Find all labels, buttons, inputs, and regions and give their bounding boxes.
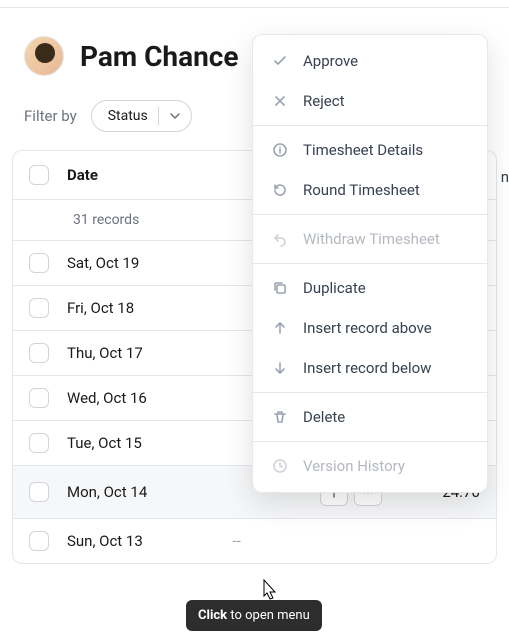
menu-separator: [253, 125, 487, 126]
tooltip-rest: to open menu: [227, 608, 310, 623]
select-all-checkbox[interactable]: [29, 165, 49, 185]
date-column-header[interactable]: Date: [67, 166, 98, 184]
status-filter-label: Status: [108, 108, 148, 124]
menu-separator: [253, 392, 487, 393]
undo-icon: [271, 230, 289, 248]
menu-separator: [253, 441, 487, 442]
row-date: Fri, Oct 18: [67, 299, 134, 317]
tooltip-strong: Click: [198, 608, 227, 623]
menu-separator: [253, 214, 487, 215]
check-icon: [271, 52, 289, 70]
menu-item-label: Duplicate: [303, 279, 366, 297]
menu-item-label: Insert record above: [303, 319, 432, 337]
row-checkbox[interactable]: [29, 433, 49, 453]
menu-item-label: Delete: [303, 408, 345, 426]
info-icon: [271, 141, 289, 159]
row-date: Tue, Oct 15: [67, 434, 142, 452]
topbar: [0, 0, 509, 8]
trash-icon: [271, 408, 289, 426]
chevron-down-icon: [169, 110, 181, 122]
arrow-down-icon: [271, 359, 289, 377]
filter-label: Filter by: [24, 107, 77, 125]
row-checkbox[interactable]: [29, 298, 49, 318]
menu-item-label: Reject: [303, 92, 345, 110]
row-date: Mon, Oct 14: [67, 483, 147, 501]
cursor-icon: [258, 578, 278, 602]
row-checkbox[interactable]: [29, 482, 49, 502]
menu-item-approve[interactable]: Approve: [253, 41, 487, 81]
menu-separator: [253, 263, 487, 264]
menu-item-duplicate[interactable]: Duplicate: [253, 268, 487, 308]
truncated-text: n: [501, 168, 509, 186]
menu-item-version-history: Version History: [253, 446, 487, 486]
status-filter-button[interactable]: Status: [91, 100, 192, 132]
menu-item-round-timesheet[interactable]: Round Timesheet: [253, 170, 487, 210]
menu-item-delete[interactable]: Delete: [253, 397, 487, 437]
menu-item-insert-record-above[interactable]: Insert record above: [253, 308, 487, 348]
menu-item-label: Version History: [303, 457, 405, 475]
row-date: Sat, Oct 19: [67, 254, 139, 272]
context-menu: Approve Reject Timesheet Details Round Time…: [252, 34, 488, 493]
x-icon: [271, 92, 289, 110]
arrow-up-icon: [271, 319, 289, 337]
row-checkbox[interactable]: [29, 253, 49, 273]
menu-item-label: Approve: [303, 52, 358, 70]
menu-item-label: Insert record below: [303, 359, 431, 377]
menu-item-timesheet-details[interactable]: Timesheet Details: [253, 130, 487, 170]
page-title: Pam Chance: [80, 40, 238, 73]
row-date: Wed, Oct 16: [67, 389, 147, 407]
clock-icon: [271, 457, 289, 475]
menu-item-reject[interactable]: Reject: [253, 81, 487, 121]
menu-item-label: Round Timesheet: [303, 181, 420, 199]
divider: [158, 107, 159, 125]
menu-item-withdraw-timesheet: Withdraw Timesheet: [253, 219, 487, 259]
row-checkbox[interactable]: [29, 343, 49, 363]
menu-item-label: Timesheet Details: [303, 141, 423, 159]
menu-item-label: Withdraw Timesheet: [303, 230, 440, 248]
table-row[interactable]: Sun, Oct 13 --: [13, 519, 496, 563]
row-checkbox[interactable]: [29, 388, 49, 408]
row-date: Thu, Oct 17: [67, 344, 143, 362]
avatar[interactable]: [24, 36, 64, 76]
tooltip: Click to open menu: [186, 600, 322, 631]
copy-icon: [271, 279, 289, 297]
row-date: Sun, Oct 13: [67, 532, 143, 550]
row-value: --: [181, 532, 241, 550]
menu-item-insert-record-below[interactable]: Insert record below: [253, 348, 487, 388]
history-icon: [271, 181, 289, 199]
row-checkbox[interactable]: [29, 531, 49, 551]
